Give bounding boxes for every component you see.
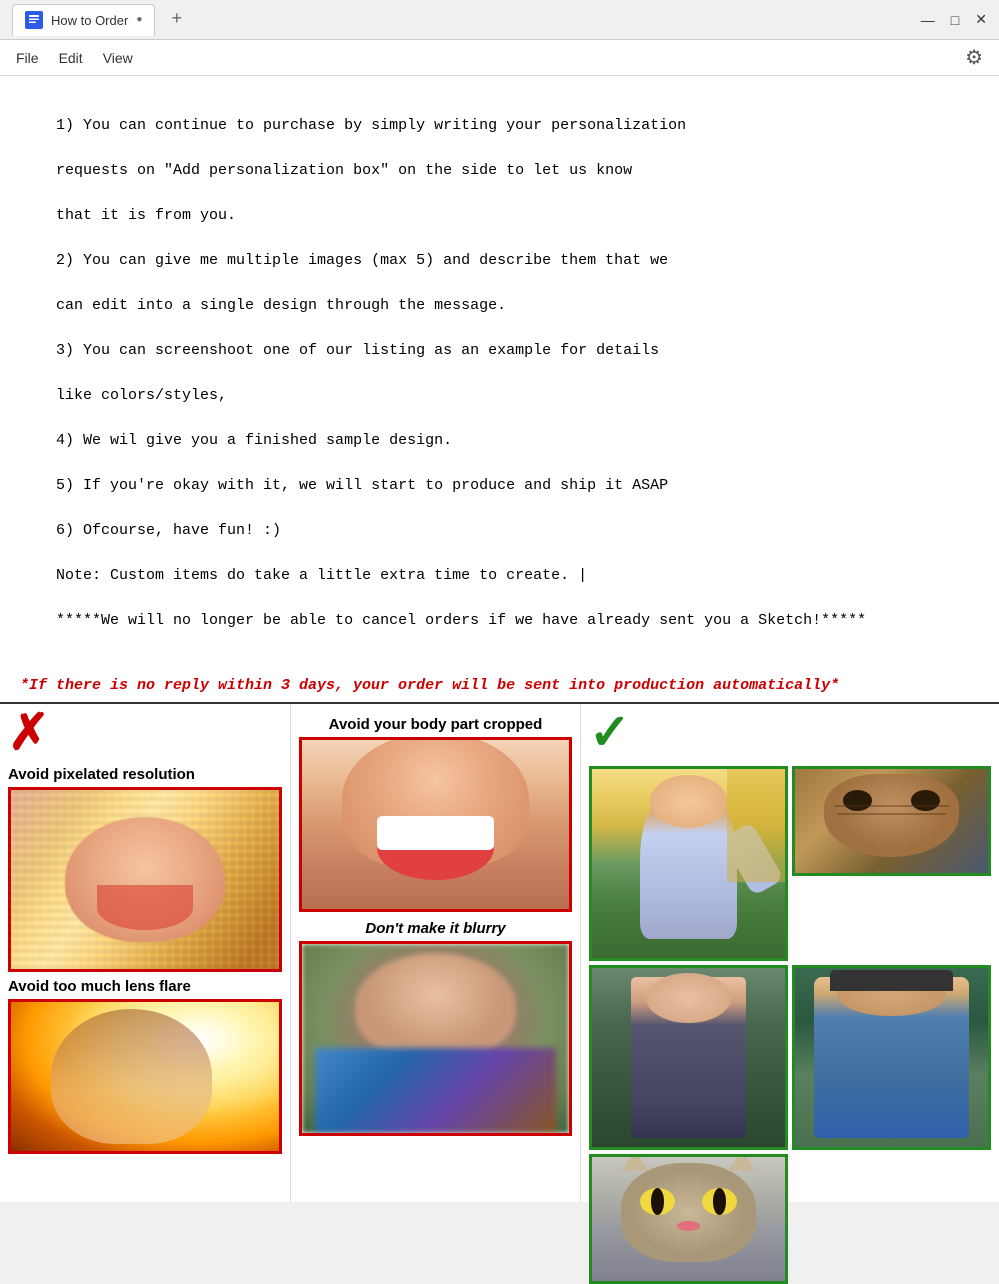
new-tab-button[interactable]: +: [171, 10, 182, 30]
caption-pixelated: Avoid pixelated resolution: [8, 766, 282, 783]
tab-dot: ●: [136, 15, 142, 26]
settings-icon[interactable]: ⚙: [965, 45, 983, 71]
cropped-image: [299, 737, 572, 912]
good-image-youngman: [589, 965, 788, 1150]
good-image-cat: [589, 1154, 788, 1284]
minimize-button[interactable]: —: [921, 12, 935, 28]
menu-edit[interactable]: Edit: [59, 50, 83, 66]
caption-cropped: Avoid your body part cropped: [299, 716, 572, 733]
menu-bar: File Edit View ⚙: [0, 40, 999, 76]
menu-items: File Edit View: [16, 50, 133, 66]
good-image-man2: [792, 965, 991, 1150]
pixelated-image: [8, 787, 282, 972]
window-controls: — □ ✕: [921, 11, 987, 28]
good-image-man: [589, 766, 788, 961]
maximize-button[interactable]: □: [951, 12, 959, 28]
check-mark-icon: ✓: [589, 712, 631, 762]
title-bar-left: How to Order ● +: [12, 4, 182, 36]
menu-file[interactable]: File: [16, 50, 39, 66]
bad-examples-panel: ✗ Avoid pixelated resolution Avoid too m…: [0, 704, 290, 1202]
caption-blurry: Don't make it blurry: [299, 920, 572, 937]
document-content: 1) You can continue to purchase by simpl…: [0, 76, 999, 702]
tab-title: How to Order: [51, 13, 128, 28]
close-button[interactable]: ✕: [975, 11, 987, 28]
caption-lens-flare: Avoid too much lens flare: [8, 978, 282, 995]
x-mark-icon: ✗: [8, 712, 50, 762]
lens-flare-image: [8, 999, 282, 1154]
tab[interactable]: How to Order ●: [12, 4, 155, 36]
document-text: 1) You can continue to purchase by simpl…: [20, 92, 979, 677]
app-icon: [25, 11, 43, 29]
good-image-dog: [792, 766, 991, 876]
menu-view[interactable]: View: [103, 50, 133, 66]
middle-panel: Avoid your body part cropped Don't make …: [290, 704, 580, 1202]
blurry-image: [299, 941, 572, 1136]
good-images-grid: [589, 766, 991, 1284]
title-bar: How to Order ● + — □ ✕: [0, 0, 999, 40]
image-section: ✗ Avoid pixelated resolution Avoid too m…: [0, 702, 999, 1202]
red-warning-text: *If there is no reply within 3 days, you…: [20, 677, 979, 694]
good-examples-panel: ✓: [580, 704, 999, 1202]
